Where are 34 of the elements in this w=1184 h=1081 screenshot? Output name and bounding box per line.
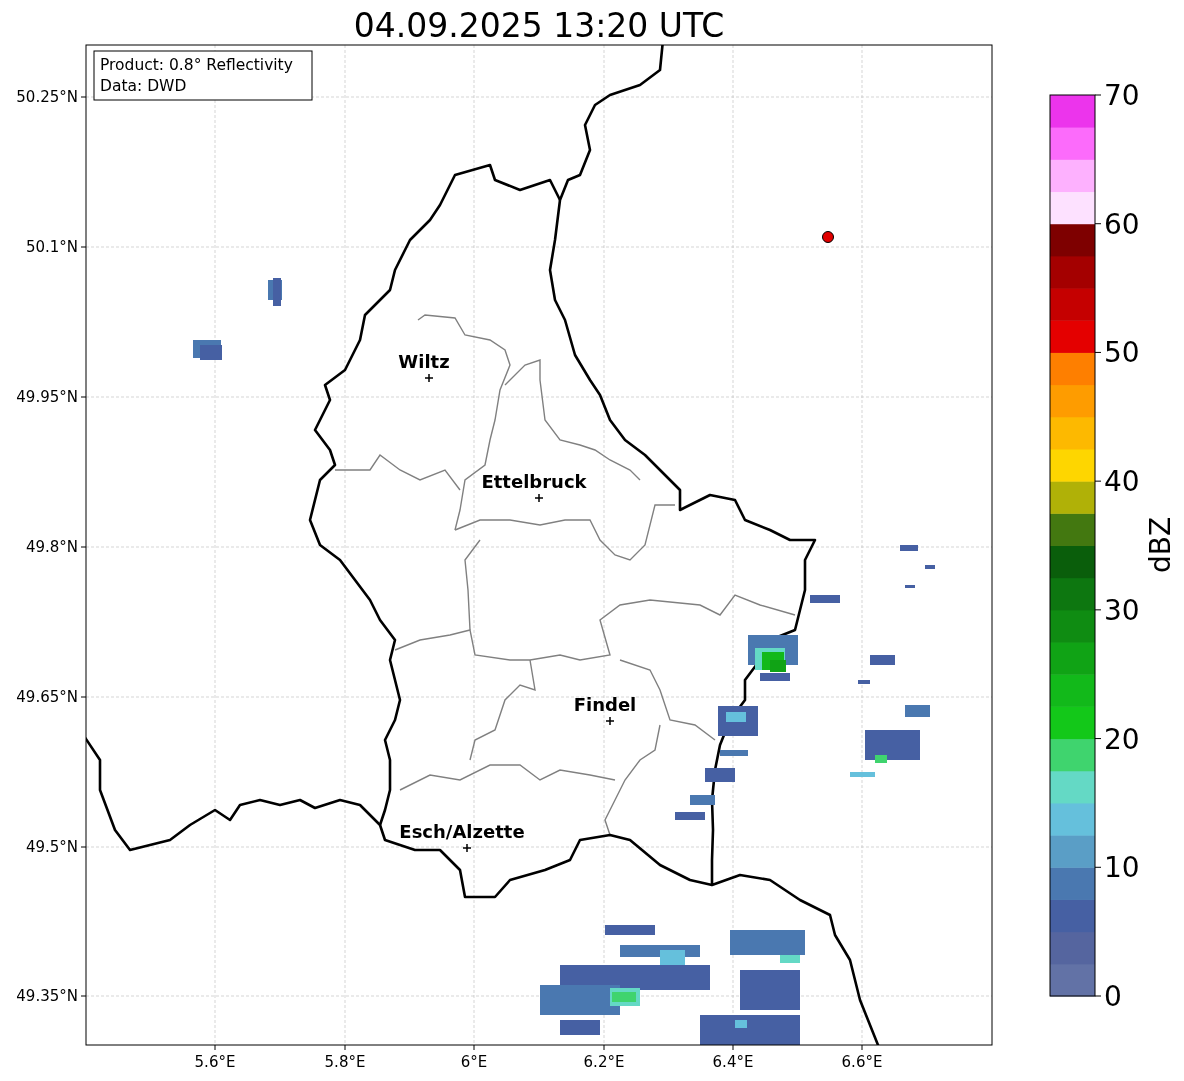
- info-text: Data: DWD: [100, 77, 187, 95]
- city-label: Wiltz: [398, 351, 450, 372]
- colorbar-tick-label: 40: [1104, 465, 1140, 499]
- x-tick-label: 5.6°E: [194, 1053, 236, 1071]
- colorbar-tick-label: 70: [1104, 79, 1140, 112]
- colorbar-tick-label: 30: [1104, 593, 1140, 627]
- x-tick-label: 6°E: [460, 1053, 488, 1071]
- x-tick-label: 5.8°E: [324, 1053, 366, 1071]
- y-tick-label: 49.95°N: [16, 388, 78, 406]
- colorbar-tick-label: 60: [1104, 207, 1140, 241]
- y-tick-label: 49.35°N: [16, 987, 78, 1005]
- city-label: Esch/Alzette: [399, 821, 525, 842]
- colorbar-tick-label: 20: [1104, 722, 1140, 756]
- city-marker-icon: [424, 373, 434, 383]
- city-label: Ettelbruck: [481, 471, 587, 492]
- y-tick-label: 49.8°N: [25, 538, 78, 556]
- y-tick-label: 49.65°N: [16, 688, 78, 706]
- radar-site-marker: [822, 231, 834, 243]
- x-tick-label: 6.2°E: [583, 1053, 625, 1071]
- colorbar-tick-label: 10: [1104, 851, 1140, 885]
- info-text: Product: 0.8° Reflectivity: [100, 56, 293, 74]
- x-tick-label: 6.6°E: [841, 1053, 883, 1071]
- y-tick-label: 50.1°N: [25, 238, 78, 256]
- y-tick-label: 49.5°N: [25, 838, 78, 856]
- city-marker-icon: [605, 716, 615, 726]
- chart-title: 04.09.2025 13:20 UTC: [353, 6, 725, 45]
- city-label: Findel: [573, 694, 637, 715]
- colorbar-label: dBZ: [1144, 516, 1177, 574]
- y-tick-label: 50.25°N: [16, 88, 78, 106]
- city-marker-icon: [462, 843, 472, 853]
- city-marker-icon: [534, 493, 544, 503]
- x-tick-label: 6.4°E: [712, 1053, 754, 1071]
- colorbar-tick-label: 0: [1104, 980, 1122, 1013]
- colorbar-tick-label: 50: [1104, 336, 1140, 370]
